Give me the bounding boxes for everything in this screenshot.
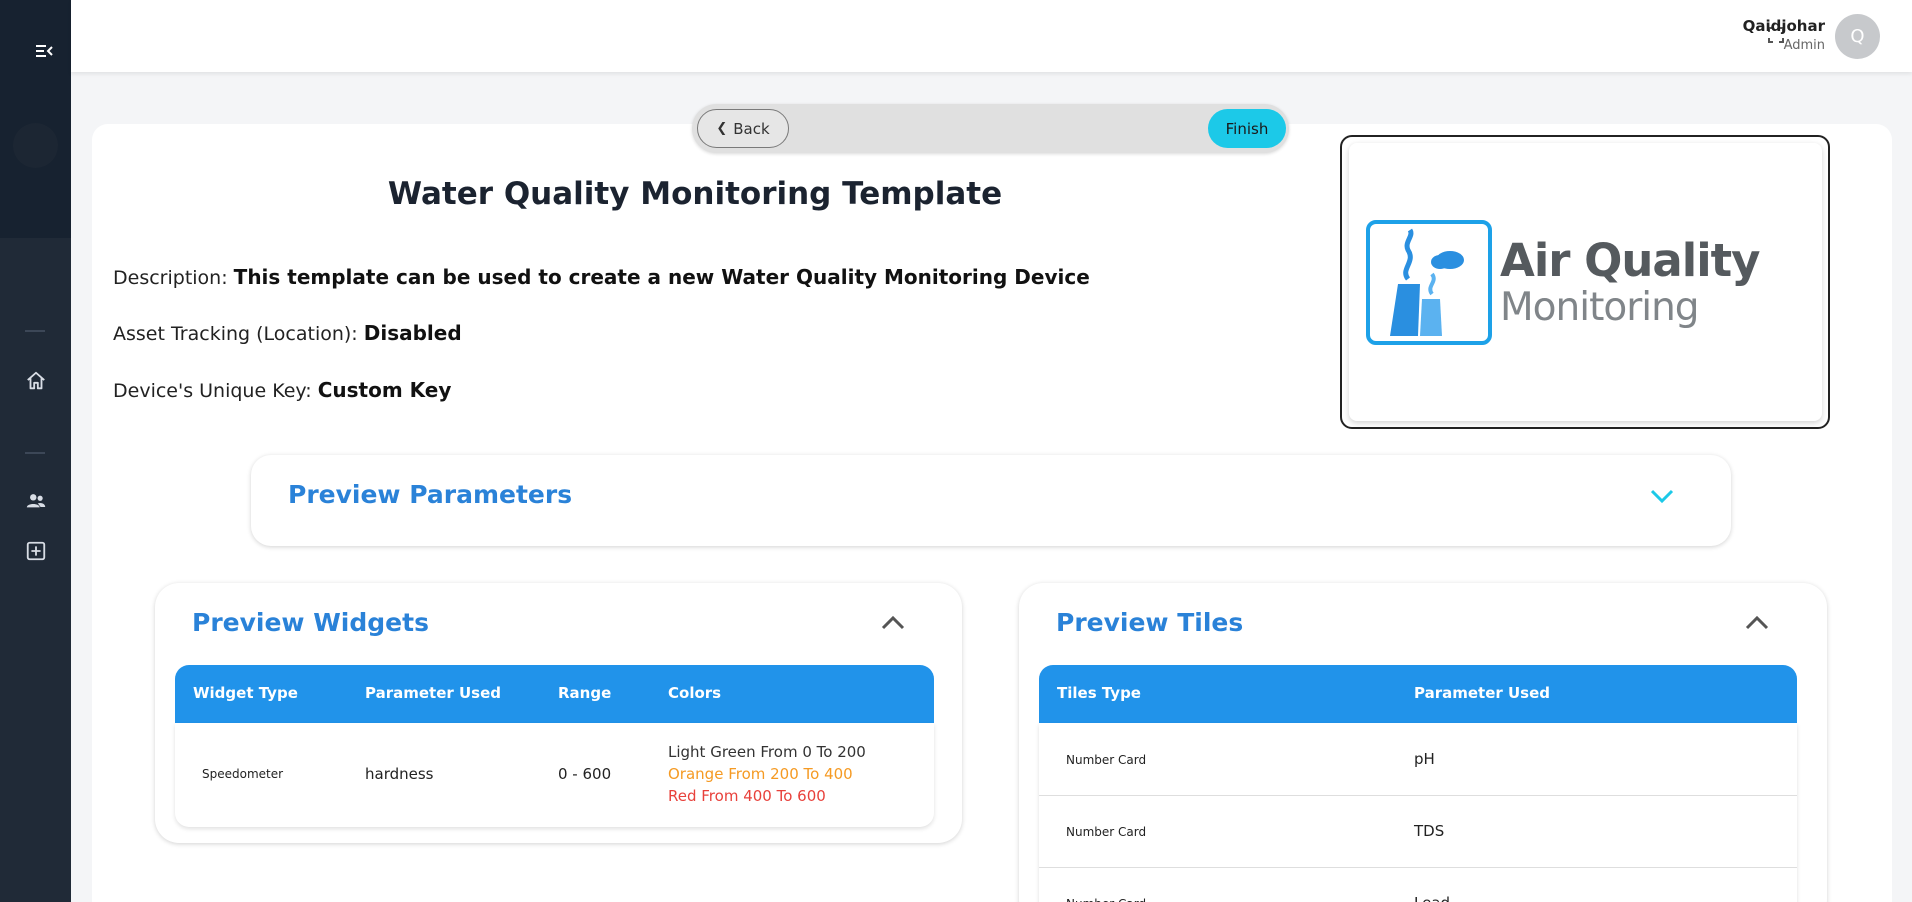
- sidebar-divider: [25, 452, 45, 454]
- back-button[interactable]: ❮ Back: [697, 109, 789, 148]
- factory-logo-icon: [1366, 220, 1492, 345]
- widgets-table-header: Widget Type Parameter Used Range Colors: [175, 665, 934, 723]
- sidebar-avatar: [13, 123, 58, 168]
- preview-parameters-title: Preview Parameters: [288, 480, 573, 509]
- preview-tiles-title: Preview Tiles: [1056, 608, 1244, 637]
- column-parameter-used: Parameter Used: [1414, 684, 1551, 702]
- parameter-cell: hardness: [365, 765, 434, 783]
- tile-parameter-cell: TDS: [1414, 822, 1445, 840]
- description-row: Description: This template can be used t…: [113, 265, 1090, 289]
- column-widget-type: Widget Type: [193, 684, 298, 702]
- column-colors: Colors: [668, 684, 722, 702]
- page-title: Water Quality Monitoring Template: [387, 176, 1003, 212]
- description-value: This template can be used to create a ne…: [233, 265, 1090, 289]
- top-header: Qaidjohar Admin: [71, 0, 1912, 72]
- user-role: Admin: [1783, 38, 1825, 53]
- sidebar: [0, 0, 71, 902]
- user-name: Qaidjohar: [1742, 17, 1825, 35]
- tile-type-cell: Number Card: [1066, 825, 1147, 839]
- tile-parameter-cell: Lead: [1414, 894, 1450, 902]
- column-parameter-used: Parameter Used: [365, 684, 502, 702]
- unique-key-row: Device's Unique Key: Custom Key: [113, 378, 451, 402]
- range-cell: 0 - 600: [558, 765, 612, 783]
- chevron-left-icon: ❮: [716, 121, 728, 136]
- users-icon[interactable]: [25, 490, 47, 512]
- tile-type-cell: Number Card: [1066, 753, 1147, 767]
- sidebar-profile-area: [0, 0, 71, 238]
- user-avatar[interactable]: Q: [1835, 14, 1880, 59]
- table-row: Speedometer hardness 0 - 600 Light Green…: [175, 723, 934, 827]
- home-icon[interactable]: [25, 370, 47, 392]
- description-label: Description:: [113, 267, 228, 289]
- row-divider: [1039, 795, 1797, 796]
- color-range-green: Light Green From 0 To 200: [668, 743, 866, 761]
- logo-title: Air Quality: [1500, 234, 1760, 287]
- menu-collapse-icon[interactable]: [34, 43, 54, 59]
- asset-tracking-row: Asset Tracking (Location): Disabled: [113, 321, 462, 345]
- column-tiles-type: Tiles Type: [1057, 684, 1141, 702]
- sidebar-divider: [25, 330, 45, 332]
- chevron-up-icon[interactable]: [1744, 614, 1770, 632]
- finish-button[interactable]: Finish: [1208, 109, 1286, 148]
- preview-widgets-title: Preview Widgets: [192, 608, 429, 637]
- unique-key-label: Device's Unique Key:: [113, 380, 312, 402]
- row-divider: [1039, 867, 1797, 868]
- widget-type-cell: Speedometer: [202, 767, 284, 781]
- asset-tracking-label: Asset Tracking (Location):: [113, 323, 358, 345]
- add-box-icon[interactable]: [25, 540, 47, 562]
- tiles-table-header: Tiles Type Parameter Used: [1039, 665, 1797, 723]
- column-range: Range: [558, 684, 612, 702]
- tile-type-cell: Number Card: [1066, 897, 1146, 902]
- back-label: Back: [733, 119, 770, 138]
- color-range-red: Red From 400 To 600: [668, 787, 826, 805]
- unique-key-value: Custom Key: [317, 378, 452, 402]
- asset-tracking-value: Disabled: [363, 321, 462, 345]
- chevron-down-icon[interactable]: [1649, 487, 1675, 505]
- tile-parameter-cell: pH: [1414, 750, 1435, 768]
- color-range-orange: Orange From 200 To 400: [668, 765, 853, 783]
- logo-subtitle: Monitoring: [1500, 285, 1700, 330]
- tiles-table-body: Number Card pH Number Card TDS Number Ca…: [1039, 723, 1797, 902]
- chevron-up-icon[interactable]: [880, 614, 906, 632]
